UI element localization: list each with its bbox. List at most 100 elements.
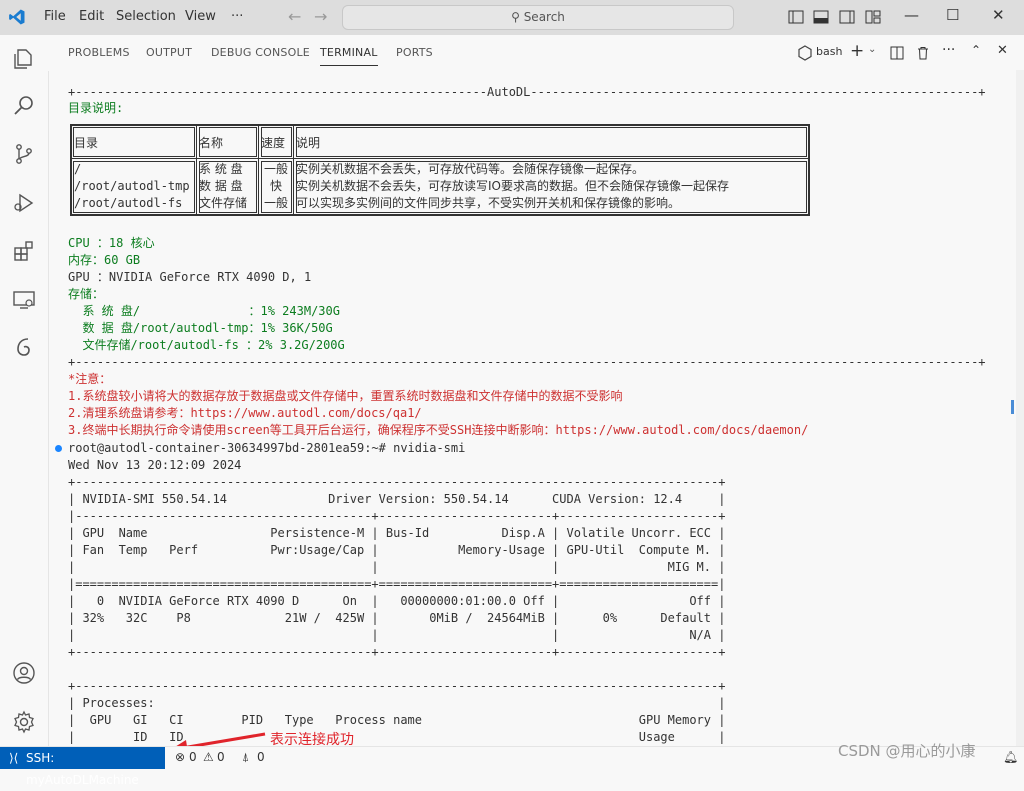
notice-2: 2.清理系统盘请参考：https://www.autodl.com/docs/q… [68, 406, 422, 420]
customize-layout-icon[interactable] [864, 8, 882, 26]
forward-arrow-icon[interactable]: → [314, 7, 327, 26]
ports-icon[interactable]: ⍋ [242, 750, 249, 765]
minimize-icon[interactable]: — [904, 6, 919, 24]
menu-file[interactable]: File [44, 9, 66, 24]
menu-more[interactable]: ··· [231, 9, 243, 24]
toggle-secondary-sidebar-icon[interactable] [838, 8, 856, 26]
smi-line: |---------------------------------------… [68, 509, 726, 523]
dir-desc: 可以实现多实例间的文件同步共享，不受实例开关机和保存镜像的影响。 [296, 196, 681, 210]
watermark: CSDN @用心的小康 [838, 742, 976, 760]
terminal-scrollbar[interactable] [1016, 70, 1024, 746]
dir-name: 系 统 盘 [199, 162, 243, 176]
table-cell-speed: 一般 快 一般 [258, 158, 294, 216]
table-header: 名称 [196, 124, 259, 159]
title-bar: File Edit Selection View ··· ← → ⚲ Searc… [0, 0, 1024, 35]
toggle-primary-sidebar-icon[interactable] [787, 8, 805, 26]
dir-desc: 实例关机数据不会丢失，可存放读写IO要求高的数据。但不会随保存镜像一起保存 [296, 179, 729, 193]
accounts-icon[interactable] [12, 661, 36, 685]
dir-speed: 快 [269, 179, 282, 193]
gpu-line: GPU ：NVIDIA GeForce RTX 4090 D, 1 [68, 270, 312, 284]
storage-sys: 系 统 盘/ ：1% 243M/30G [68, 304, 340, 318]
ports-count[interactable]: 0 [257, 750, 265, 764]
dir-name: 文件存储 [199, 196, 248, 210]
table-cell-name: 系 统 盘 数 据 盘 文件存储 [196, 158, 259, 216]
smi-line: +---------------------------------------… [68, 645, 726, 659]
remote-explorer-icon[interactable] [12, 288, 36, 312]
tab-ports[interactable]: PORTS [396, 46, 433, 59]
maximize-icon[interactable]: ☐ [946, 6, 959, 24]
search-icon[interactable] [12, 93, 36, 117]
smi-line: | ID ID Usage | [68, 730, 726, 744]
smi-line: | | | N/A | [68, 628, 726, 642]
new-terminal-icon[interactable]: + [850, 41, 864, 61]
menu-edit[interactable]: Edit [79, 9, 104, 24]
mem-line: 内存：60 GB [68, 253, 141, 267]
tab-debug-console[interactable]: DEBUG CONSOLE [211, 46, 310, 59]
notice-heading: *注意： [68, 372, 112, 386]
table-header: 说明 [293, 124, 810, 159]
smi-line: | GPU Name Persistence-M | Bus-Id Disp.A… [68, 526, 726, 540]
menu-view[interactable]: View [185, 9, 216, 24]
activity-bar [0, 35, 49, 746]
search-label: Search [523, 10, 565, 24]
storage-fs: 文件存储/root/autodl-fs ：2% 3.2G/200G [68, 338, 345, 352]
explorer-icon[interactable] [12, 47, 36, 71]
notice-3: 3.终端中长期执行命令请使用screen等工具开后台运行，确保程序不受SSH连接… [68, 423, 809, 437]
command-center-search[interactable]: ⚲ Search [342, 5, 734, 30]
terminal-shell-label[interactable]: bash [816, 45, 842, 58]
scrollbar-position-marker [1011, 400, 1014, 414]
command-decoration-icon[interactable] [55, 445, 62, 452]
manage-gear-icon[interactable] [12, 710, 36, 734]
smi-line: | 32% 32C P8 21W / 425W | 0MiB / 24564Mi… [68, 611, 726, 625]
chevron-down-icon[interactable]: ⌄ [868, 44, 876, 55]
extensions-icon[interactable] [12, 239, 36, 263]
cpu-line: CPU ：18 核心 [68, 236, 155, 250]
errors-icon[interactable]: ⊗ [175, 750, 185, 764]
dir-path: /root/autodl-tmp [74, 179, 190, 193]
toggle-panel-icon[interactable] [812, 8, 830, 26]
maximize-panel-chevron-icon[interactable]: ⌃ [971, 43, 981, 57]
table-header-row: 目录 名称 速度 说明 [70, 124, 810, 159]
close-window-icon[interactable]: ✕ [992, 6, 1005, 24]
remote-label: SSH: myAutoDLMachine [26, 751, 139, 787]
panel-header: PROBLEMS OUTPUT DEBUG CONSOLE TERMINAL P… [48, 35, 1024, 71]
back-arrow-icon[interactable]: ← [288, 7, 301, 26]
menu-selection[interactable]: Selection [116, 9, 176, 24]
smi-line: | Processes: | [68, 696, 726, 710]
smi-line: | Fan Temp Perf Pwr:Usage/Cap | Memory-U… [68, 543, 726, 557]
smi-line: |=======================================… [68, 577, 726, 591]
smi-line: | NVIDIA-SMI 550.54.14 Driver Version: 5… [68, 492, 726, 506]
tab-terminal[interactable]: TERMINAL [320, 46, 378, 66]
dir-name: 数 据 盘 [199, 179, 243, 193]
dir-desc: 实例关机数据不会丢失，可存放代码等。会随保存镜像一起保存。 [296, 162, 645, 176]
tab-problems[interactable]: PROBLEMS [68, 46, 130, 59]
shell-prompt: root@autodl-container-30634997bd-2801ea5… [68, 441, 466, 455]
smi-line: +---------------------------------------… [68, 679, 726, 693]
table-row: / /root/autodl-tmp /root/autodl-fs 系 统 盘… [70, 158, 810, 216]
remote-indicator-button[interactable]: ⟩⟨ SSH: myAutoDLMachine [0, 747, 165, 787]
run-debug-icon[interactable] [12, 191, 36, 215]
more-actions-icon[interactable]: ··· [942, 42, 955, 58]
smi-line: | | | MIG M. | [68, 560, 726, 574]
terminal-shell-icon [798, 45, 812, 61]
autodl-banner-bottom: +---------------------------------------… [68, 355, 986, 369]
source-control-icon[interactable] [12, 142, 36, 166]
directory-info-table: 目录 名称 速度 说明 / /root/autodl-tmp /root/aut… [70, 124, 810, 216]
close-panel-icon[interactable]: ✕ [997, 43, 1008, 58]
extension-custom-icon[interactable] [12, 335, 36, 359]
dir-heading: 目录说明: [68, 101, 124, 115]
vscode-logo-icon [9, 9, 25, 25]
errors-count[interactable]: 0 [189, 750, 197, 764]
dir-path: /root/autodl-fs [74, 196, 183, 210]
notice-1: 1.系统盘较小请将大的数据存放于数据盘或文件存储中，重置系统时数据盘和文件存储中… [68, 389, 623, 403]
smi-line: +---------------------------------------… [68, 475, 726, 489]
split-terminal-icon[interactable] [889, 45, 905, 61]
warnings-icon[interactable]: ⚠ [203, 750, 214, 764]
smi-date: Wed Nov 13 20:12:09 2024 [68, 458, 242, 472]
autodl-banner-top: +---------------------------------------… [68, 85, 986, 99]
notifications-bell-icon[interactable]: 🔔︎ [1003, 750, 1018, 764]
dir-speed: 一般 [263, 196, 288, 210]
tab-output[interactable]: OUTPUT [146, 46, 192, 59]
trash-icon[interactable] [915, 45, 931, 61]
warnings-count[interactable]: 0 [217, 750, 225, 764]
